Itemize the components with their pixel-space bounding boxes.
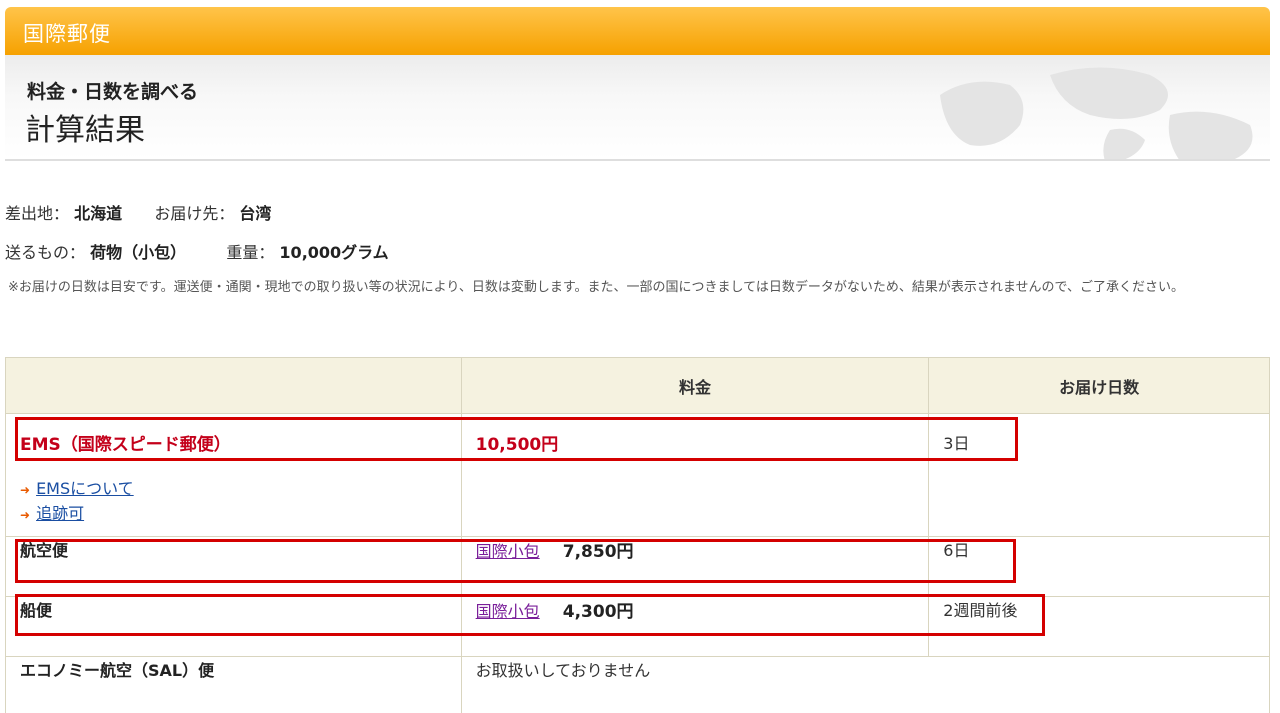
ems-links: ➜ EMSについて ➜ 追跡可	[20, 477, 461, 527]
weight-label: 重量：	[226, 243, 275, 262]
table-row-air: 航空便 国際小包 7,850円 6日	[5, 536, 1270, 597]
item-value: 荷物（小包）	[90, 243, 187, 262]
air-name: 航空便	[20, 541, 69, 560]
sea-price: 4,300円	[562, 602, 634, 622]
ems-price-cell: 10,500円	[460, 413, 930, 537]
table-row-sea: 船便 国際小包 4,300円 2週間前後	[5, 596, 1270, 657]
header-price: 料金	[460, 357, 930, 414]
header-days: お届け日数	[928, 357, 1270, 414]
arrow-right-icon: ➜	[20, 483, 31, 497]
air-parcel-link[interactable]: 国際小包	[476, 542, 540, 561]
air-days: 6日	[943, 541, 970, 560]
weight-value: 10,000グラム	[279, 243, 389, 262]
header-service	[5, 357, 462, 414]
delivery-note: ※お届けの日数は目安です。運送便・通関・現地での取り扱い等の状況により、日数は変…	[8, 280, 1184, 295]
origin-label: 差出地：	[5, 204, 70, 223]
sea-days: 2週間前後	[943, 601, 1018, 620]
page-title: 計算結果	[25, 113, 145, 148]
ems-about-link[interactable]: EMSについて	[36, 479, 134, 498]
destination-value: 台湾	[239, 204, 272, 223]
ems-days: 3日	[943, 434, 970, 453]
sal-status: お取扱いしておりません	[475, 661, 651, 680]
ems-tracking-link[interactable]: 追跡可	[36, 504, 84, 523]
item-weight-line: 送るもの： 荷物（小包） 重量： 10,000グラム	[5, 239, 389, 263]
category-bar: 国際郵便	[5, 7, 1270, 55]
table-row-ems: EMS（国際スピード郵便） ➜ EMSについて ➜ 追跡可 10,500円 3日	[5, 413, 1270, 537]
table-row-sal: エコノミー航空（SAL）便 お取扱いしておりません	[5, 656, 1271, 713]
ems-days-cell: 3日	[928, 413, 1270, 537]
results-table: 料金 お届け日数 EMS（国際スピード郵便） ➜ EMSについて ➜ 追跡可 10,…	[5, 357, 1271, 713]
arrow-right-icon: ➜	[20, 508, 31, 522]
ems-name: EMS（国際スピード郵便）	[20, 435, 231, 455]
page-header: 料金・日数を調べる 計算結果	[5, 55, 1270, 161]
destination-label: お届け先：	[154, 204, 235, 223]
sea-name: 船便	[20, 601, 53, 620]
sea-parcel-link[interactable]: 国際小包	[476, 602, 540, 621]
world-map-icon	[940, 67, 1253, 159]
ems-cell: EMS（国際スピード郵便） ➜ EMSについて ➜ 追跡可	[5, 413, 462, 537]
item-label: 送るもの：	[5, 243, 86, 262]
page-subtitle: 料金・日数を調べる	[27, 81, 199, 103]
sal-name: エコノミー航空（SAL）便	[20, 661, 215, 680]
air-price: 7,850円	[562, 542, 634, 562]
ems-price: 10,500円	[475, 435, 559, 455]
category-title: 国際郵便	[23, 22, 111, 46]
origin-value: 北海道	[74, 204, 123, 223]
table-header-row: 料金 お届け日数	[5, 357, 1270, 414]
origin-destination-line: 差出地： 北海道 お届け先： 台湾	[5, 200, 271, 224]
